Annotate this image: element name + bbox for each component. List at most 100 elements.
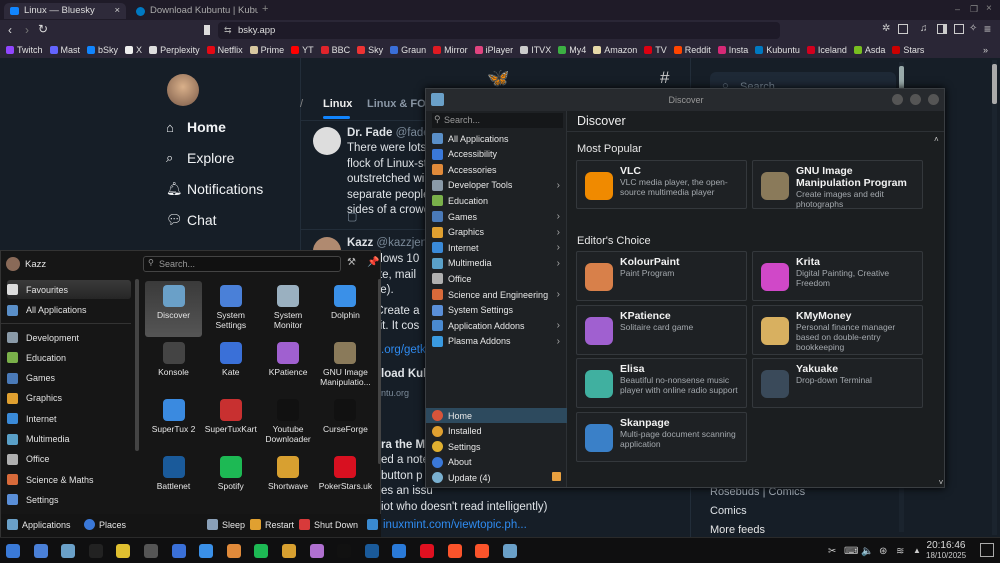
taskbar-konsole-icon[interactable] — [144, 544, 158, 558]
feed-tab-linux[interactable]: Linux — [323, 98, 352, 110]
nav-about[interactable]: About — [426, 455, 567, 470]
profile-avatar[interactable] — [167, 74, 199, 106]
feeds-hash-icon[interactable]: # — [660, 68, 669, 88]
launcher-category-development[interactable]: Development — [7, 328, 131, 347]
app-spotify[interactable]: Spotify — [202, 452, 259, 508]
nav-home[interactable]: Home — [426, 408, 567, 423]
bookmark-insta[interactable]: Insta — [717, 45, 748, 55]
reload-icon[interactable]: ↻ — [38, 22, 48, 36]
author-name[interactable]: ra the Ma — [381, 438, 432, 454]
app-discover[interactable]: Discover — [145, 281, 202, 337]
reply-icon[interactable]: ▢ — [347, 210, 357, 223]
app-card-kmymoney[interactable]: KMyMoney Personal finance manager based o… — [752, 304, 923, 355]
launcher-category-office[interactable]: Office — [7, 450, 131, 469]
bookmark-kubuntu[interactable]: Kubuntu — [755, 45, 800, 55]
tab-manager-icon[interactable] — [954, 24, 964, 34]
address-bar[interactable]: ⇆ bsky.app — [218, 22, 780, 39]
bookmark-mirror[interactable]: Mirror — [433, 45, 468, 55]
network-share-icon[interactable]: ⊛ — [879, 546, 887, 557]
bookmark-bsky[interactable]: bSky — [87, 45, 118, 55]
taskbar-dolphin-icon[interactable] — [199, 544, 214, 558]
app-system-settings[interactable]: System Settings — [202, 281, 259, 337]
bookmark-prime[interactable]: Prime — [249, 45, 284, 55]
extensions-icon[interactable]: ✲ — [882, 23, 890, 34]
launcher-category-all-applications[interactable]: All Applications — [7, 301, 131, 320]
app-kpatience[interactable]: KPatience — [260, 338, 317, 394]
discover-scrollbar[interactable]: ˄ ˅ — [934, 133, 943, 487]
nav-notifications[interactable]: 🔔︎ Notifications — [166, 181, 263, 197]
category-multimedia[interactable]: Multimedia › — [432, 256, 560, 271]
bookmark-my4[interactable]: My4 — [558, 45, 586, 55]
app-shortwave[interactable]: Shortwave — [260, 452, 317, 508]
launcher-category-science-maths[interactable]: Science & Maths — [7, 470, 131, 489]
volume-icon[interactable]: 🔈 — [861, 546, 873, 557]
discover-search-input[interactable]: ⚲ Search... — [432, 113, 563, 128]
leo-ai-icon[interactable]: ✧ — [969, 23, 977, 34]
tray-expand-icon[interactable]: ▲ — [913, 546, 921, 555]
bookmark-iceland[interactable]: Iceland — [806, 45, 847, 55]
category-science-and-engineering[interactable]: Science and Engineering › — [432, 287, 560, 302]
show-desktop-button[interactable] — [980, 543, 994, 557]
user-avatar[interactable] — [6, 257, 20, 271]
taskbar-shortwave-icon[interactable] — [282, 544, 296, 558]
minimize-button[interactable] — [892, 94, 903, 105]
applications-tab[interactable]: Applications — [7, 519, 71, 530]
nav-update-[interactable]: Update (4) — [426, 470, 567, 485]
screenshot-icon[interactable]: ✂ — [828, 546, 836, 557]
taskbar-brave-2-icon[interactable] — [475, 544, 490, 558]
bookmark-icon[interactable] — [204, 25, 210, 35]
category-internet[interactable]: Internet › — [432, 240, 560, 255]
category-scrollbar[interactable] — [135, 279, 139, 451]
bookmark-tv[interactable]: TV — [644, 45, 667, 55]
bookmark-reddit[interactable]: Reddit — [673, 45, 711, 55]
configure-icon[interactable]: ⚒ — [347, 257, 356, 268]
bookmark-bbc[interactable]: BBC — [320, 45, 350, 55]
category-accessibility[interactable]: Accessibility — [432, 147, 560, 162]
bookmark-x[interactable]: X — [125, 45, 142, 55]
app-curseforge[interactable]: CurseForge — [317, 395, 374, 451]
minimize-icon[interactable]: – — [955, 4, 960, 14]
launcher-category-multimedia[interactable]: Multimedia — [7, 430, 131, 449]
category-application-addons[interactable]: Application Addons › — [432, 318, 560, 333]
bookmark-graun[interactable]: Graun — [390, 45, 426, 55]
bookmark-iplayer[interactable]: iPlayer — [474, 45, 513, 55]
launcher-search-input[interactable]: ⚲ Search... — [143, 256, 341, 272]
app-card-skanpage[interactable]: Skanpage Multi-page document scanning app… — [576, 412, 747, 463]
sleep-button[interactable]: Sleep — [207, 519, 245, 530]
app-card-gnu-image-manipulation-program[interactable]: GNU Image Manipulation Program Create ima… — [752, 160, 923, 209]
grid-scrollbar[interactable] — [378, 279, 381, 464]
keyboard-icon[interactable]: ⌨ — [844, 546, 858, 557]
bookmark-twitch[interactable]: Twitch — [6, 45, 43, 55]
nav-installed[interactable]: Installed — [426, 424, 567, 439]
bookmark-yt[interactable]: YT — [291, 45, 314, 55]
taskbar-layers-icon[interactable] — [226, 544, 241, 558]
launcher-category-internet[interactable]: Internet — [7, 409, 131, 428]
launcher-category-games[interactable]: Games — [7, 369, 131, 388]
bookmark-mast[interactable]: Mast — [49, 45, 80, 55]
app-card-krita[interactable]: Krita Digital Painting, Creative Freedom — [752, 251, 923, 301]
bookmark-stars[interactable]: Stars — [892, 45, 924, 55]
bookmark-perplexity[interactable]: Perplexity — [149, 45, 200, 55]
restart-button[interactable]: Restart — [250, 519, 294, 530]
close-window-icon[interactable]: × — [986, 3, 992, 14]
launcher-category-settings[interactable]: Settings — [7, 490, 131, 509]
more-feeds-link[interactable]: More feeds — [710, 524, 765, 536]
taskbar-opera-icon[interactable] — [420, 544, 434, 558]
app-dolphin[interactable]: Dolphin — [317, 281, 374, 337]
post-link[interactable]: inuxmint.com/viewtopic.ph... — [383, 518, 527, 534]
taskbar-vivaldi-icon[interactable] — [88, 544, 103, 558]
taskbar-discover-icon[interactable] — [61, 544, 76, 558]
author-name[interactable]: Kazz — [347, 237, 373, 249]
post-avatar[interactable] — [313, 127, 341, 155]
new-tab-button[interactable]: + — [262, 3, 268, 15]
category-games[interactable]: Games › — [432, 209, 560, 224]
app-card-elisa[interactable]: Elisa Beautiful no-nonsense music player … — [576, 358, 747, 409]
category-all-applications[interactable]: All Applications — [432, 131, 560, 146]
launcher-category-favourites[interactable]: Favourites — [7, 280, 131, 299]
site-info-icon[interactable]: ⇆ — [224, 22, 232, 39]
sidebar-icon[interactable] — [937, 24, 947, 34]
close-tab-icon[interactable]: × — [114, 3, 120, 19]
titlebar[interactable]: Discover — [426, 89, 944, 111]
restore-icon[interactable]: ❐ — [970, 4, 978, 15]
category-accessories[interactable]: Accessories — [432, 162, 560, 177]
